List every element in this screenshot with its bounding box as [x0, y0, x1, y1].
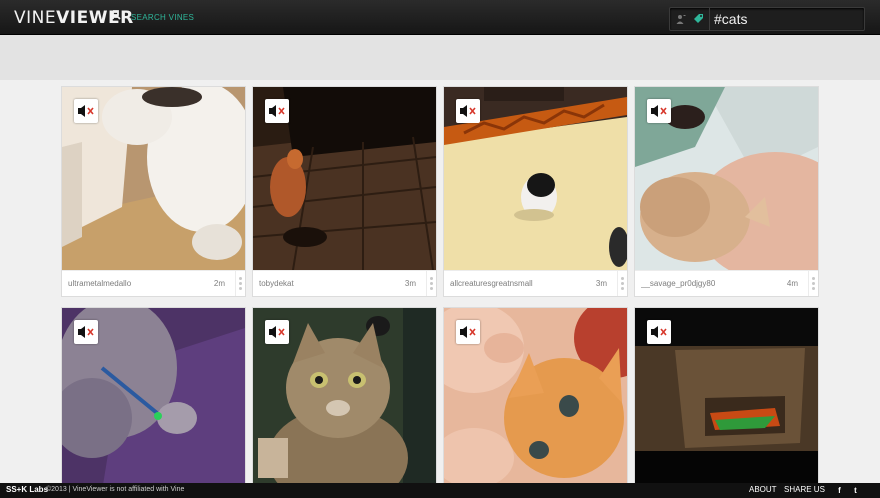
speaker-muted-icon: [460, 326, 476, 338]
speaker-muted-icon: [269, 105, 285, 117]
vine-age: 2m: [213, 279, 225, 288]
vine-age: 4m: [786, 279, 798, 288]
vine-age: 3m: [404, 279, 416, 288]
mute-toggle-button[interactable]: [647, 99, 671, 123]
speaker-muted-icon: [269, 326, 285, 338]
speaker-muted-icon: [78, 326, 94, 338]
speaker-muted-icon: [78, 105, 94, 117]
mute-toggle-button[interactable]: [647, 320, 671, 344]
tag-icon[interactable]: [693, 13, 704, 24]
page-footer: SS+K Labs ©2013 | VineViewer is not affi…: [0, 483, 880, 498]
sskl-labs-logo[interactable]: SS+K Labs: [6, 485, 48, 494]
user-icon[interactable]: [676, 14, 686, 24]
vertical-dots-icon[interactable]: [426, 271, 436, 296]
vine-card[interactable]: allcreaturesgreatnsmall 3m: [443, 86, 628, 297]
about-link[interactable]: ABOUT: [749, 485, 777, 494]
mute-toggle-button[interactable]: [265, 99, 289, 123]
vine-username[interactable]: ultrametalmedallo: [68, 279, 198, 288]
speaker-muted-icon: [651, 326, 667, 338]
twitter-icon[interactable]: t: [850, 485, 861, 496]
mute-toggle-button[interactable]: [456, 99, 480, 123]
vine-video-thumbnail[interactable]: [444, 308, 627, 491]
mute-toggle-button[interactable]: [74, 320, 98, 344]
vine-card[interactable]: [61, 307, 246, 491]
vertical-dots-icon[interactable]: [808, 271, 818, 296]
search-box: [669, 7, 865, 31]
vine-age: 3m: [595, 279, 607, 288]
speaker-muted-icon: [460, 105, 476, 117]
vine-video-thumbnail[interactable]: [62, 308, 245, 491]
vine-video-thumbnail[interactable]: [253, 308, 436, 491]
share-us-link[interactable]: SHARE US: [784, 485, 825, 494]
vine-card-footer: __savage_pr0djgy80 4m: [635, 270, 818, 296]
facebook-icon[interactable]: f: [834, 485, 845, 496]
header-spacer-band: [0, 35, 880, 80]
vine-video-thumbnail[interactable]: [444, 87, 627, 270]
logo-text-vine: VINE: [14, 8, 57, 28]
top-navigation-bar: VINEVIEWER SEARCH VINES: [0, 0, 880, 35]
vine-video-thumbnail[interactable]: [635, 308, 818, 491]
vine-card[interactable]: [634, 307, 819, 491]
vine-grid: ultrametalmedallo 2m tobydekat 3m allcre…: [0, 80, 880, 491]
vertical-dots-icon[interactable]: [617, 271, 627, 296]
vine-card[interactable]: [252, 307, 437, 491]
search-mode-toggle: [670, 8, 710, 30]
search-input[interactable]: [714, 10, 862, 28]
mute-toggle-button[interactable]: [456, 320, 480, 344]
vine-username[interactable]: tobydekat: [259, 279, 389, 288]
speaker-muted-icon: [651, 105, 667, 117]
vine-card[interactable]: tobydekat 3m: [252, 86, 437, 297]
vine-card-footer: ultrametalmedallo 2m: [62, 270, 245, 296]
vine-video-thumbnail[interactable]: [62, 87, 245, 270]
vertical-dots-icon[interactable]: [235, 271, 245, 296]
vine-card[interactable]: [443, 307, 628, 491]
vine-username[interactable]: __savage_pr0djgy80: [641, 279, 771, 288]
search-vines-link[interactable]: SEARCH VINES: [131, 13, 194, 22]
vine-card-footer: allcreaturesgreatnsmall 3m: [444, 270, 627, 296]
vine-card[interactable]: __savage_pr0djgy80 4m: [634, 86, 819, 297]
mute-toggle-button[interactable]: [74, 99, 98, 123]
vine-video-thumbnail[interactable]: [635, 87, 818, 270]
logo-mark-icon: [112, 10, 121, 20]
copyright-text: ©2013 | VineViewer is not affiliated wit…: [46, 486, 185, 493]
vine-card-footer: tobydekat 3m: [253, 270, 436, 296]
logo-text-viewer: VIEWER: [56, 8, 134, 28]
vine-video-thumbnail[interactable]: [253, 87, 436, 270]
vine-card[interactable]: ultrametalmedallo 2m: [61, 86, 246, 297]
vine-username[interactable]: allcreaturesgreatnsmall: [450, 279, 580, 288]
mute-toggle-button[interactable]: [265, 320, 289, 344]
